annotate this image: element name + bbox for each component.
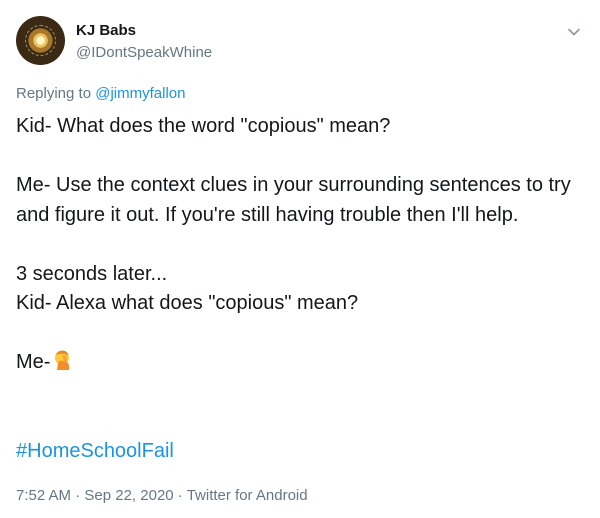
tweet-source[interactable]: Twitter for Android bbox=[187, 487, 308, 504]
author-name[interactable]: KJ Babs bbox=[76, 22, 136, 39]
replying-to-label: Replying to bbox=[16, 85, 92, 102]
dandelion-icon bbox=[25, 25, 56, 56]
face-palm-emoji-icon bbox=[55, 350, 70, 370]
tweet-date[interactable]: Sep 22, 2020 bbox=[84, 487, 173, 504]
tweet-line: 3 seconds later... bbox=[16, 262, 168, 285]
hashtag-link[interactable]: #HomeSchoolFail bbox=[16, 440, 174, 463]
avatar[interactable] bbox=[16, 16, 65, 65]
chevron-down-icon[interactable] bbox=[566, 24, 582, 40]
reply-target-link[interactable]: @jimmyfallon bbox=[95, 85, 185, 102]
meta-separator: · bbox=[71, 487, 85, 504]
tweet: KJ Babs @IDontSpeakWhine Replying to @ji… bbox=[0, 0, 600, 518]
meta-separator: · bbox=[173, 487, 187, 504]
tweet-line-text: Me- bbox=[16, 351, 51, 373]
tweet-line: Me- Use the context clues in your surrou… bbox=[16, 174, 571, 226]
tweet-time[interactable]: 7:52 AM bbox=[16, 487, 71, 504]
tweet-meta: 7:52 AM · Sep 22, 2020 · Twitter for And… bbox=[16, 487, 308, 504]
replying-to: Replying to @jimmyfallon bbox=[16, 85, 185, 102]
author-handle[interactable]: @IDontSpeakWhine bbox=[76, 44, 212, 61]
tweet-line: Kid- Alexa what does "copious" mean? bbox=[16, 292, 359, 314]
tweet-text: Kid- What does the word "copious" mean? … bbox=[16, 112, 591, 378]
tweet-line: Me- bbox=[16, 348, 591, 378]
tweet-line: Kid- What does the word "copious" mean? bbox=[16, 115, 391, 137]
